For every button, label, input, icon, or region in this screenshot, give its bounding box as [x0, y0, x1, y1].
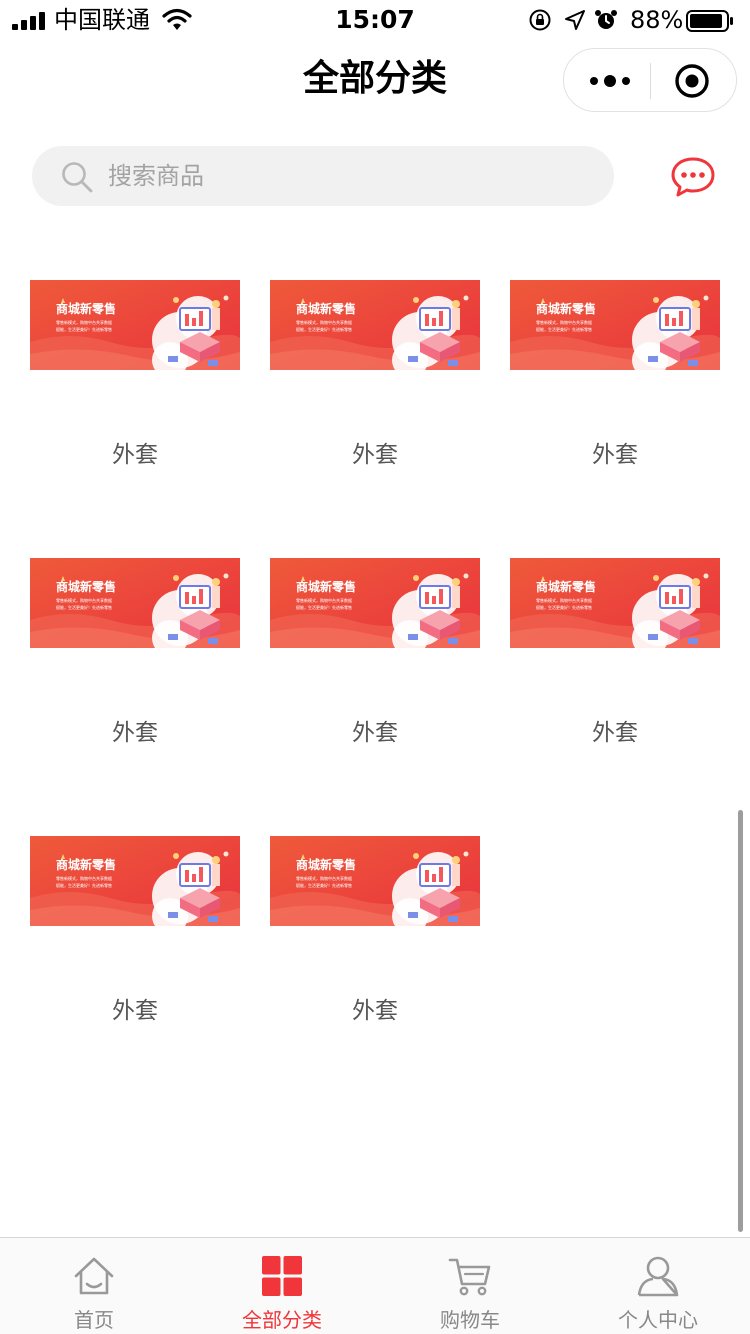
svg-text:赋能，生活更美好！先进新零售: 赋能，生活更美好！先进新零售 [536, 604, 592, 610]
tab-categories[interactable]: 全部分类 [188, 1238, 376, 1334]
orientation-lock-icon [529, 9, 551, 31]
grid-icon [262, 1256, 302, 1296]
svg-text:零售新模式，购物中台共享数据: 零售新模式，购物中台共享数据 [56, 875, 112, 881]
home-icon [74, 1257, 114, 1295]
category-item[interactable]: 商城新零售 零售新模式，购物中台共享数据 赋能，生活更美好！先进新零售 外套 [30, 558, 240, 768]
user-icon [637, 1256, 679, 1297]
svg-text:赋能，生活更美好！先进新零售: 赋能，生活更美好！先进新零售 [296, 604, 352, 610]
tab-label: 首页 [74, 1308, 114, 1332]
category-image: 商城新零售 零售新模式，购物中台共享数据 赋能，生活更美好！先进新零售 [510, 280, 720, 370]
category-label: 外套 [352, 998, 398, 1024]
svg-text:商城新零售: 商城新零售 [56, 857, 116, 872]
category-image: 商城新零售 零售新模式，购物中台共享数据 赋能，生活更美好！先进新零售 [510, 558, 720, 648]
battery-icon [686, 10, 733, 32]
category-label: 外套 [112, 442, 158, 468]
category-image: 商城新零售 零售新模式，购物中台共享数据 赋能，生活更美好！先进新零售 [30, 836, 240, 926]
capsule-divider [650, 63, 651, 99]
chat-bubble-icon[interactable] [670, 156, 716, 198]
svg-text:零售新模式，购物中台共享数据: 零售新模式，购物中台共享数据 [296, 319, 352, 325]
svg-text:商城新零售: 商城新零售 [536, 301, 596, 316]
svg-text:赋能，生活更美好！先进新零售: 赋能，生活更美好！先进新零售 [56, 604, 112, 610]
category-image: 商城新零售 零售新模式，购物中台共享数据 赋能，生活更美好！先进新零售 [30, 558, 240, 648]
svg-text:零售新模式，购物中台共享数据: 零售新模式，购物中台共享数据 [536, 597, 592, 603]
tab-label: 个人中心 [618, 1308, 698, 1332]
category-item[interactable]: 商城新零售 零售新模式，购物中台共享数据 赋能，生活更美好！先进新零售 外套 [270, 558, 480, 768]
category-label: 外套 [592, 720, 638, 746]
category-image: 商城新零售 零售新模式，购物中台共享数据 赋能，生活更美好！先进新零售 [270, 558, 480, 648]
category-image: 商城新零售 零售新模式，购物中台共享数据 赋能，生活更美好！先进新零售 [270, 836, 480, 926]
status-bar: 中国联通 15:07 88% [0, 0, 750, 40]
search-placeholder: 搜索商品 [108, 162, 204, 190]
svg-text:赋能，生活更美好！先进新零售: 赋能，生活更美好！先进新零售 [56, 882, 112, 888]
tab-bar: 首页 全部分类 购物车 个人中心 [0, 1237, 750, 1334]
tab-cart[interactable]: 购物车 [376, 1238, 564, 1334]
tab-label: 全部分类 [242, 1308, 322, 1332]
category-label: 外套 [592, 442, 638, 468]
svg-text:零售新模式，购物中台共享数据: 零售新模式，购物中台共享数据 [56, 319, 112, 325]
search-icon [62, 162, 93, 193]
svg-text:赋能，生活更美好！先进新零售: 赋能，生活更美好！先进新零售 [296, 882, 352, 888]
tab-home[interactable]: 首页 [0, 1238, 188, 1334]
svg-text:赋能，生活更美好！先进新零售: 赋能，生活更美好！先进新零售 [536, 326, 592, 332]
category-item[interactable]: 商城新零售 零售新模式，购物中台共享数据 赋能，生活更美好！先进新零售 外套 [30, 836, 240, 1046]
tab-profile[interactable]: 个人中心 [564, 1238, 750, 1334]
svg-text:商城新零售: 商城新零售 [296, 857, 356, 872]
svg-text:商城新零售: 商城新零售 [536, 579, 596, 594]
category-label: 外套 [112, 720, 158, 746]
target-icon[interactable] [674, 63, 710, 99]
more-icon[interactable] [588, 71, 632, 91]
category-image: 商城新零售 零售新模式，购物中台共享数据 赋能，生活更美好！先进新零售 [270, 280, 480, 370]
category-item[interactable]: 商城新零售 零售新模式，购物中台共享数据 赋能，生活更美好！先进新零售 外套 [510, 558, 720, 768]
svg-text:零售新模式，购物中台共享数据: 零售新模式，购物中台共享数据 [296, 875, 352, 881]
svg-text:零售新模式，购物中台共享数据: 零售新模式，购物中台共享数据 [56, 597, 112, 603]
svg-text:零售新模式，购物中台共享数据: 零售新模式，购物中台共享数据 [296, 597, 352, 603]
menu-capsule [563, 48, 737, 112]
alarm-icon [595, 10, 617, 29]
tab-label: 购物车 [440, 1308, 500, 1332]
svg-text:赋能，生活更美好！先进新零售: 赋能，生活更美好！先进新零售 [56, 326, 112, 332]
category-item[interactable]: 商城新零售 零售新模式，购物中台共享数据 赋能，生活更美好！先进新零售 外套 [270, 836, 480, 1046]
svg-text:赋能，生活更美好！先进新零售: 赋能，生活更美好！先进新零售 [296, 326, 352, 332]
svg-text:零售新模式，购物中台共享数据: 零售新模式，购物中台共享数据 [536, 319, 592, 325]
category-label: 外套 [352, 720, 398, 746]
cart-icon [448, 1258, 491, 1296]
location-icon [565, 10, 585, 30]
category-item[interactable]: 商城新零售 零售新模式，购物中台共享数据 赋能，生活更美好！先进新零售 外套 [270, 280, 480, 490]
svg-text:商城新零售: 商城新零售 [56, 301, 116, 316]
category-label: 外套 [112, 998, 158, 1024]
category-label: 外套 [352, 442, 398, 468]
category-item[interactable]: 商城新零售 零售新模式，购物中台共享数据 赋能，生活更美好！先进新零售 外套 [510, 280, 720, 490]
svg-text:商城新零售: 商城新零售 [56, 579, 116, 594]
svg-text:商城新零售: 商城新零售 [296, 579, 356, 594]
svg-text:商城新零售: 商城新零售 [296, 301, 356, 316]
category-item[interactable]: 商城新零售 零售新模式，购物中台共享数据 赋能，生活更美好！先进新零售 外套 [30, 280, 240, 490]
category-image: 商城新零售 零售新模式，购物中台共享数据 赋能，生活更美好！先进新零售 [30, 280, 240, 370]
search-input[interactable]: 搜索商品 [32, 146, 614, 206]
scrollbar[interactable] [738, 810, 743, 1232]
battery-percent: 88% [630, 6, 684, 34]
